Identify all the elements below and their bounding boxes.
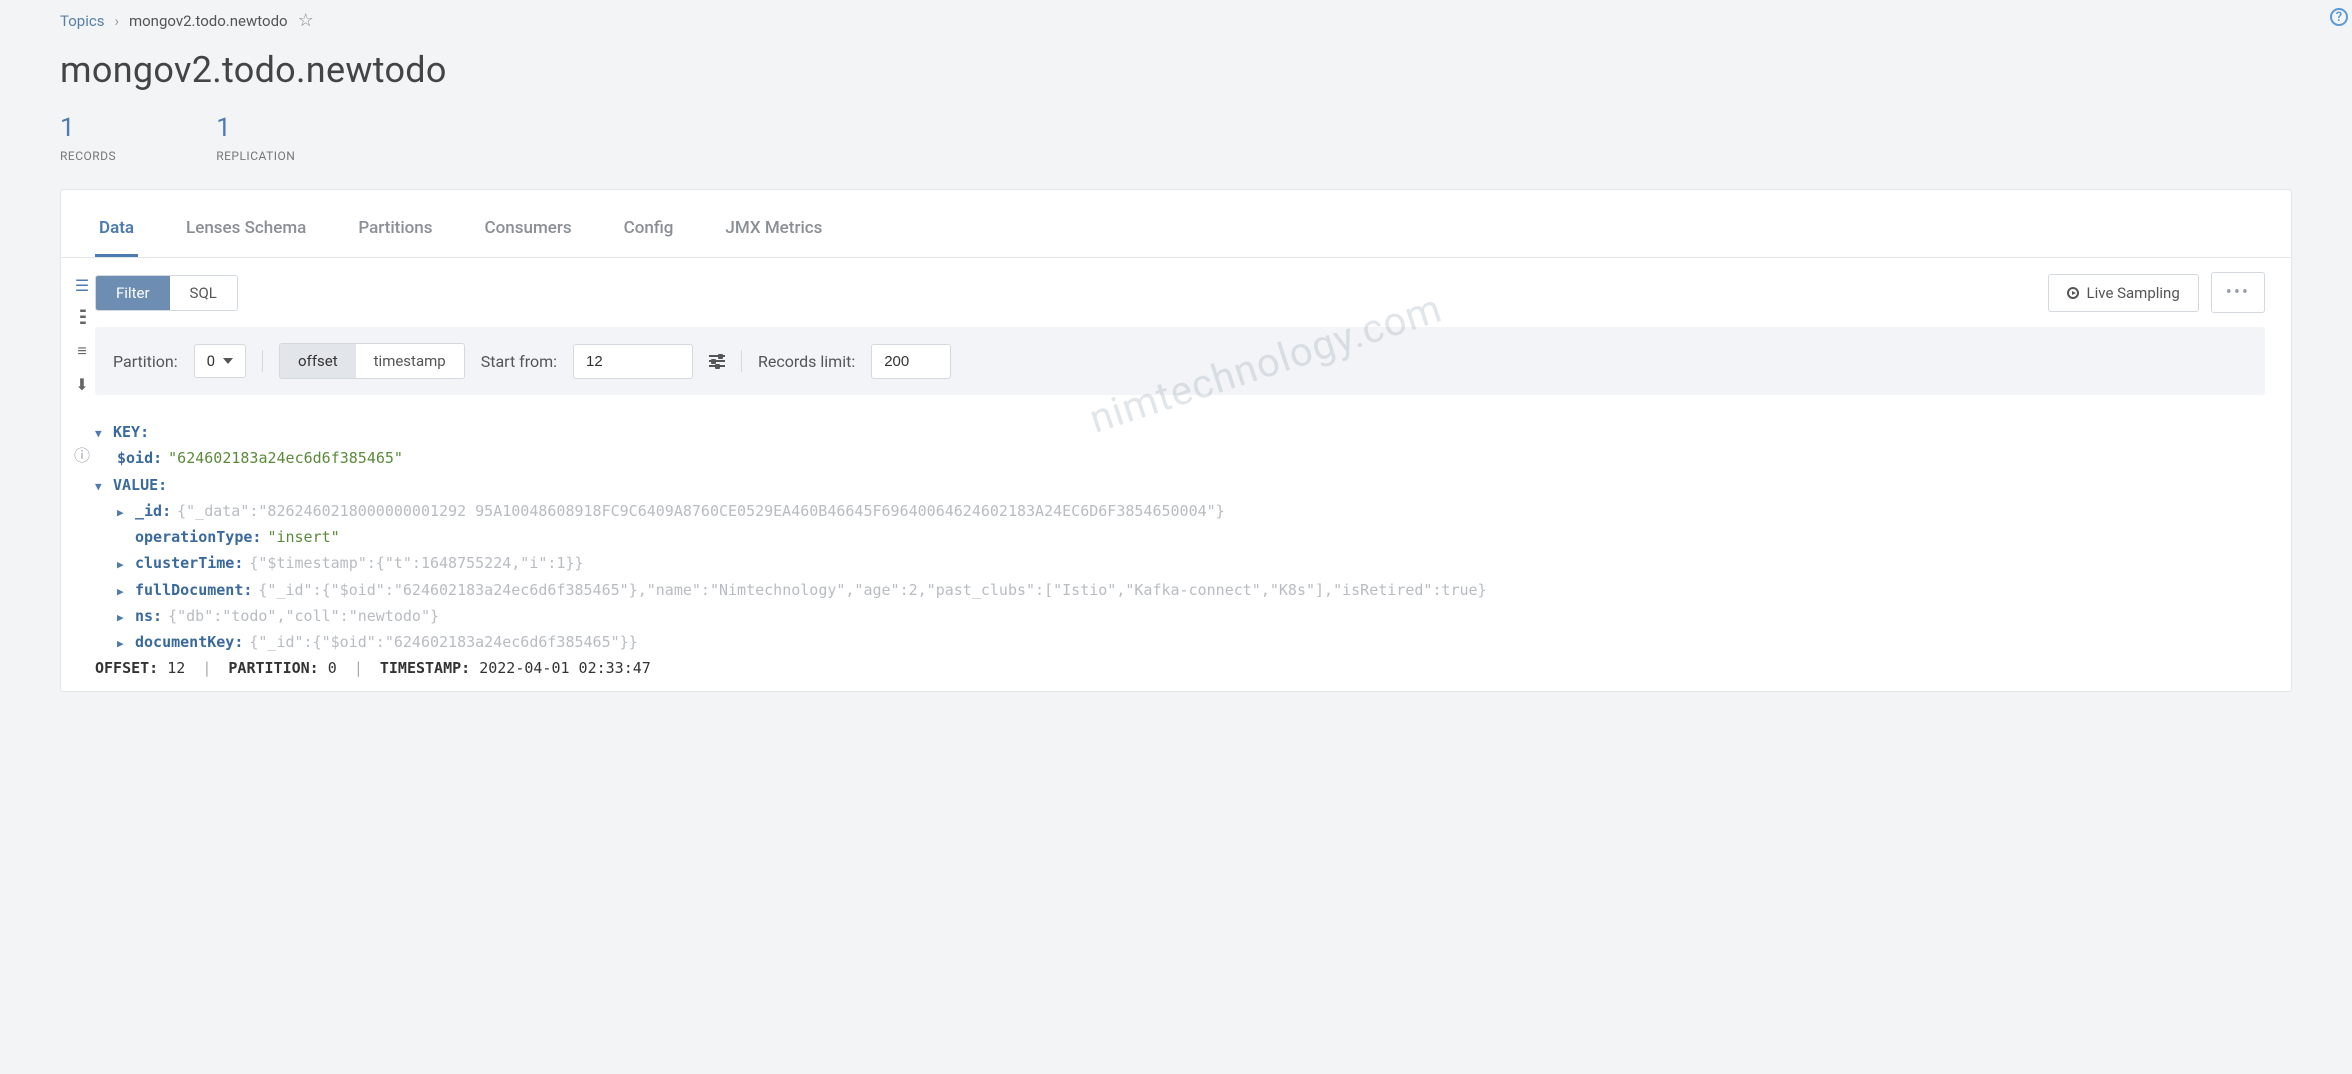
grid-view-icon[interactable]: ▪▪▪▪▪▪▪▪▪ (80, 309, 85, 327)
list-view-icon[interactable]: ☰ (75, 276, 89, 295)
seek-mode-toggle: offset timestamp (279, 343, 465, 379)
start-from-label: Start from: (481, 352, 557, 371)
cluster-time-value: {"$timestamp":{"t":1648755224,"i":1}} (249, 550, 583, 576)
field-full-document[interactable]: ▶ fullDocument: {"_id":{"$oid":"62460218… (95, 577, 2265, 603)
operation-type-label: operationType: (135, 524, 261, 550)
download-icon[interactable]: ⬇ (75, 375, 88, 394)
id-label: _id: (135, 498, 171, 524)
star-icon[interactable]: ☆ (298, 10, 314, 31)
tabs: Data Lenses Schema Partitions Consumers … (61, 190, 2291, 258)
toolbar-primary: Filter SQL Live Sampling ••• (95, 272, 2265, 313)
live-sampling-label: Live Sampling (2087, 284, 2180, 302)
help-icon[interactable]: ? (2330, 8, 2348, 26)
collapse-icon: ▼ (95, 424, 107, 443)
operation-type-value: "insert" (267, 524, 339, 550)
oid-label: $oid: (117, 445, 162, 471)
topic-card: Data Lenses Schema Partitions Consumers … (60, 189, 2292, 692)
partition-value: 0 (207, 352, 215, 370)
value-label: VALUE: (113, 472, 167, 498)
cluster-time-label: clusterTime: (135, 550, 243, 576)
view-sidebar: ☰ ▪▪▪▪▪▪▪▪▪ ≡ ⬇ ⓘ (61, 258, 95, 691)
meta-offset-value: 12 (167, 659, 185, 677)
meta-partition-label: PARTITION: (228, 659, 318, 677)
expand-icon: ▶ (117, 634, 129, 653)
stat-replication: 1 REPLICATION (216, 113, 295, 163)
tab-jmx-metrics[interactable]: JMX Metrics (721, 208, 826, 257)
expand-icon: ▶ (117, 503, 129, 522)
start-from-input[interactable] (573, 344, 693, 379)
document-key-label: documentKey: (135, 629, 243, 655)
document-key-value: {"_id":{"$oid":"624602183a24ec6d6f385465… (249, 629, 637, 655)
chevron-down-icon (223, 358, 233, 364)
id-value: {"_data":"8262460218000000001292 95A1004… (177, 498, 1225, 524)
records-limit-input[interactable] (871, 344, 951, 379)
breadcrumb-root[interactable]: Topics (60, 12, 104, 30)
ns-value: {"db":"todo","coll":"newtodo"} (168, 603, 439, 629)
meta-partition-value: 0 (328, 659, 337, 677)
meta-offset-label: OFFSET: (95, 659, 158, 677)
toolbar-filters: Partition: 0 offset timestamp Start from… (95, 327, 2265, 395)
tab-partitions[interactable]: Partitions (354, 208, 436, 257)
play-icon (2067, 287, 2079, 299)
seek-timestamp[interactable]: timestamp (356, 344, 464, 378)
live-sampling-button[interactable]: Live Sampling (2048, 274, 2199, 312)
expand-icon: ▶ (117, 555, 129, 574)
mode-toggle: Filter SQL (95, 275, 238, 311)
page-title: mongov2.todo.newtodo (60, 49, 2292, 91)
records-limit-label: Records limit: (758, 352, 855, 371)
stat-replication-label: REPLICATION (216, 149, 295, 163)
partition-label: Partition: (113, 352, 178, 371)
key-label: KEY: (113, 419, 149, 445)
stat-records: 1 RECORDS (60, 113, 116, 163)
field-oid: $oid: "624602183a24ec6d6f385465" (95, 445, 2265, 471)
field-ns[interactable]: ▶ ns: {"db":"todo","coll":"newtodo"} (95, 603, 2265, 629)
separator (741, 350, 742, 372)
stat-replication-value: 1 (216, 113, 295, 143)
breadcrumb-current: mongov2.todo.newtodo (129, 12, 288, 30)
field-cluster-time[interactable]: ▶ clusterTime: {"$timestamp":{"t":164875… (95, 550, 2265, 576)
field-id[interactable]: ▶ _id: {"_data":"8262460218000000001292 … (95, 498, 2265, 524)
meta-timestamp-value: 2022-04-01 02:33:47 (479, 659, 651, 677)
field-operation-type: operationType: "insert" (95, 524, 2265, 550)
topic-stats: 1 RECORDS 1 REPLICATION (60, 113, 2292, 163)
field-document-key[interactable]: ▶ documentKey: {"_id":{"$oid":"624602183… (95, 629, 2265, 655)
tab-consumers[interactable]: Consumers (481, 208, 576, 257)
expand-icon: ▶ (117, 582, 129, 601)
seek-offset[interactable]: offset (280, 344, 356, 378)
tab-config[interactable]: Config (620, 208, 678, 257)
mode-sql[interactable]: SQL (170, 276, 237, 310)
rows-view-icon[interactable]: ≡ (77, 341, 86, 361)
oid-value: "624602183a24ec6d6f385465" (168, 445, 403, 471)
collapse-icon: ▼ (95, 477, 107, 496)
breadcrumb: Topics › mongov2.todo.newtodo ☆ (60, 10, 2292, 31)
stat-records-value: 1 (60, 113, 116, 143)
tab-data[interactable]: Data (95, 208, 138, 257)
ns-label: ns: (135, 603, 162, 629)
meta-timestamp-label: TIMESTAMP: (380, 659, 470, 677)
record-meta: OFFSET: 12 | PARTITION: 0 | TIMESTAMP: 2… (95, 659, 2265, 677)
full-document-value: {"_id":{"$oid":"624602183a24ec6d6f385465… (258, 577, 1486, 603)
expand-icon: ▶ (117, 608, 129, 627)
stat-records-label: RECORDS (60, 149, 116, 163)
full-document-label: fullDocument: (135, 577, 252, 603)
mode-filter[interactable]: Filter (96, 276, 170, 310)
info-icon[interactable]: ⓘ (74, 442, 90, 466)
more-actions-button[interactable]: ••• (2211, 272, 2265, 313)
value-section[interactable]: ▼ VALUE: (95, 472, 2265, 498)
separator (262, 350, 263, 372)
record-tree: ▼ KEY: $oid: "624602183a24ec6d6f385465" … (95, 419, 2265, 655)
key-section[interactable]: ▼ KEY: (95, 419, 2265, 445)
partition-select[interactable]: 0 (194, 344, 246, 378)
chevron-right-icon: › (114, 12, 119, 30)
tab-lenses-schema[interactable]: Lenses Schema (182, 208, 310, 257)
sliders-icon[interactable] (709, 355, 725, 367)
